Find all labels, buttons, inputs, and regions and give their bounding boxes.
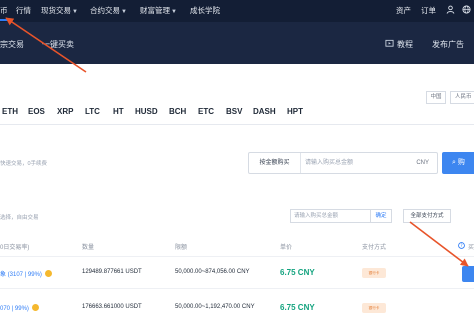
active-nav-indicator <box>0 19 9 21</box>
post-ad-link[interactable]: 发布广告 <box>432 39 464 50</box>
filter-amount-input[interactable] <box>290 209 370 223</box>
help-icon[interactable]: ? <box>458 242 465 250</box>
quick-buy-button-label: 购 <box>457 159 465 166</box>
amount-unit-label: CNY <box>416 160 429 166</box>
quick-buy-button[interactable]: ⌕ 购 <box>442 152 474 174</box>
svg-text:?: ? <box>460 243 462 248</box>
medal-icon <box>44 270 52 277</box>
merchant-name[interactable]: 070 | 99%) <box>0 304 39 312</box>
table-divider <box>0 256 474 257</box>
top-navigation-bar: 币 行情 现货交易▼ 合约交易▼ 财富管理▼ 成长学院 资产 订单 <box>0 0 474 22</box>
globe-icon[interactable] <box>462 0 471 22</box>
nav-item-spot-label: 现货交易 <box>41 6 71 15</box>
nav-item-spot[interactable]: 现货交易▼ <box>41 0 78 22</box>
buy-button[interactable] <box>462 266 474 282</box>
nav-item-futures[interactable]: 合约交易▼ <box>90 0 127 22</box>
merchant-name-text: 象 (3107 | 99%) <box>0 272 42 278</box>
column-header-quantity: 数量 <box>82 245 95 251</box>
currency-tab-ltc[interactable]: LTC <box>85 107 100 116</box>
medal-icon <box>31 304 39 311</box>
tab-block-trade[interactable]: 宗交易 <box>0 39 24 50</box>
buy-mode-selector[interactable]: 按金额购买 <box>249 153 301 173</box>
column-header-merchant: 0日交易率) <box>0 245 30 251</box>
quick-buy-amount-box: 按金额购买 CNY <box>248 152 438 174</box>
sub-navigation-bar: 宗交易 一键买卖 教程 发布广告 <box>0 22 474 64</box>
limit-cell: 50,000.00~1,192,470.00 CNY <box>175 304 255 310</box>
merchant-name[interactable]: 象 (3107 | 99%) <box>0 269 52 278</box>
chevron-down-icon: ▼ <box>72 9 78 15</box>
search-icon: ⌕ <box>452 159 456 166</box>
column-header-limit: 限额 <box>175 245 188 251</box>
currency-tab-bsv[interactable]: BSV <box>226 107 242 116</box>
tutorial-icon[interactable] <box>385 39 394 49</box>
p2p-trading-page: 币 行情 现货交易▼ 合约交易▼ 财富管理▼ 成长学院 资产 订单 宗交易 一键… <box>0 0 474 316</box>
quick-trade-hint: 快速交易，0手续费 <box>0 161 48 167</box>
nav-item-assets[interactable]: 资产 <box>396 0 411 22</box>
nav-item-futures-label: 合约交易 <box>90 6 120 15</box>
tab-quick-trade[interactable]: 一键买卖 <box>42 39 74 50</box>
crypto-currency-tabs: ETH EOS XRP LTC HT HUSD BCH ETC BSV DASH… <box>0 95 474 125</box>
nav-item-wealth[interactable]: 财富管理▼ <box>140 0 177 22</box>
payment-tag: 银行卡 <box>362 268 386 278</box>
nav-item-wealth-label: 财富管理 <box>140 6 170 15</box>
table-divider <box>0 288 474 289</box>
price-cell: 6.75 CNY <box>280 303 315 312</box>
payment-method-select[interactable]: 全部支付方式 <box>403 209 451 223</box>
currency-tab-ht[interactable]: HT <box>113 107 124 116</box>
bank-card-label: 银行卡 <box>368 270 380 275</box>
column-header-payment: 支付方式 <box>362 245 387 251</box>
filter-hint: 选择，自由交易 <box>0 215 39 221</box>
currency-tab-etc[interactable]: ETC <box>198 107 214 116</box>
chevron-down-icon: ▼ <box>171 9 177 15</box>
filter-confirm-button[interactable]: 确定 <box>370 209 392 223</box>
currency-tab-hpt[interactable]: HPT <box>287 107 303 116</box>
price-cell: 6.75 CNY <box>280 268 315 277</box>
buy-amount-input[interactable] <box>305 155 405 171</box>
user-icon[interactable] <box>446 0 455 22</box>
nav-item-market[interactable]: 行情 <box>16 0 31 22</box>
currency-tab-eos[interactable]: EOS <box>28 107 45 116</box>
currency-tab-bch[interactable]: BCH <box>169 107 186 116</box>
limit-cell: 50,000.00~874,056.00 CNY <box>175 269 250 275</box>
tutorial-link[interactable]: 教程 <box>397 39 413 50</box>
merchant-name-text: 070 | 99%) <box>0 306 29 312</box>
chevron-down-icon: ▼ <box>121 9 127 15</box>
payment-tag: 银行卡 <box>362 303 386 313</box>
currency-tab-dash[interactable]: DASH <box>253 107 276 116</box>
quantity-cell: 176663.661000 USDT <box>82 304 142 310</box>
currency-tab-xrp[interactable]: XRP <box>57 107 73 116</box>
currency-tab-eth[interactable]: ETH <box>2 107 18 116</box>
bank-card-label: 银行卡 <box>368 305 380 310</box>
nav-item-orders[interactable]: 订单 <box>421 0 436 22</box>
currency-tab-husd[interactable]: HUSD <box>135 107 158 116</box>
column-header-price: 单价 <box>280 245 293 251</box>
column-header-action: 买 <box>468 245 474 251</box>
nav-item-academy[interactable]: 成长学院 <box>190 0 220 22</box>
quantity-cell: 129489.877661 USDT <box>82 269 142 275</box>
